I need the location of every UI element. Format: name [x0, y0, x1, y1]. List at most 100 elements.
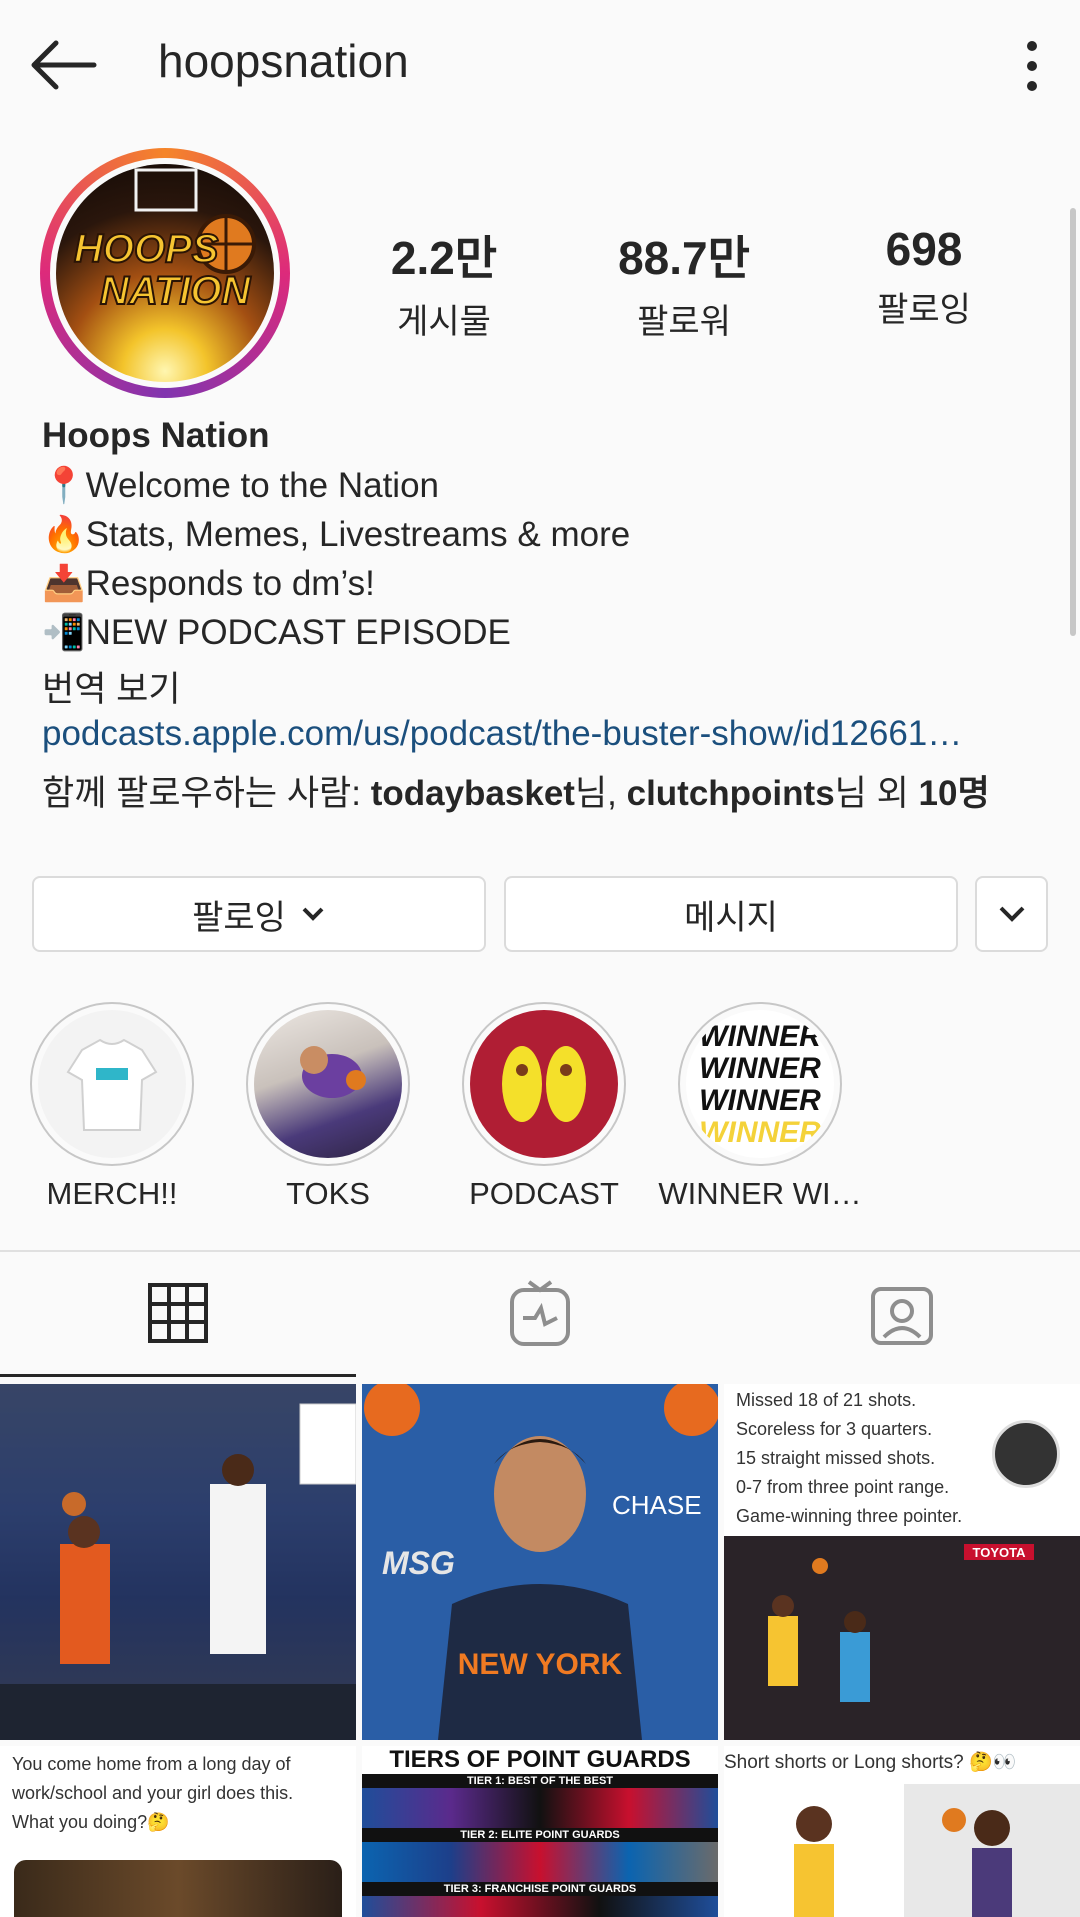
- post-3-line-5: Game-winning three pointer.: [736, 1506, 963, 1526]
- bio-line-4: 📲NEW PODCAST EPISODE: [42, 612, 511, 653]
- avatar[interactable]: HOOPS NATION: [56, 164, 274, 382]
- followed-by-prefix: 함께 팔로우하는 사람:: [42, 774, 371, 813]
- page-title: hoopsnation: [158, 35, 409, 87]
- winner-word-4: WINNER: [699, 1116, 821, 1149]
- stat-followers[interactable]: 88.7만 팔로워: [584, 222, 784, 343]
- post-5-tier-3: TIER 3: FRANCHISE POINT GUARDS: [362, 1882, 718, 1896]
- highlight-label-podcast: PODCAST: [469, 1176, 619, 1211]
- highlight-label-merch: MERCH!!: [46, 1176, 178, 1211]
- chevron-down-icon: [999, 906, 1024, 922]
- post-5-title: TIERS OF POINT GUARDS: [389, 1746, 691, 1773]
- post-5-row-2: [362, 1842, 718, 1882]
- followed-by-user-2: clutchpoints: [626, 774, 835, 813]
- grid-icon: [148, 1283, 208, 1343]
- highlight-toks-image: [254, 1010, 402, 1158]
- post-2-jersey-text: NEW YORK: [458, 1648, 623, 1681]
- tab-igtv[interactable]: [362, 1252, 718, 1374]
- fire-emoji-icon: 🔥: [42, 515, 86, 554]
- post-4-line-3: What you doing?🤔: [12, 1812, 170, 1832]
- post-2-image: CHASE MSG NEW YORK: [364, 1384, 718, 1740]
- never-stops-logo: [992, 1420, 1060, 1488]
- followed-by[interactable]: 함께 팔로우하는 사람: todaybasket님, clutchpoints님…: [42, 765, 990, 816]
- post-3-line-1: Missed 18 of 21 shots.: [736, 1390, 917, 1410]
- post-3-sponsor: TOYOTA: [973, 1545, 1027, 1560]
- stat-following-label: 팔로잉: [877, 291, 971, 329]
- winner-word-3: WINNER: [699, 1084, 821, 1117]
- highlight-podcast-image: [470, 1010, 618, 1158]
- post-tile-3[interactable]: Missed 18 of 21 shots. Scoreless for 3 q…: [724, 1384, 1080, 1740]
- followed-by-suffix-1: 님,: [574, 774, 627, 813]
- top-bar: hoopsnation: [0, 0, 1080, 130]
- arrow-left-icon[interactable]: [28, 38, 98, 92]
- phone-arrow-emoji-icon: 📲: [42, 613, 86, 652]
- avatar-text-1: HOOPS: [74, 227, 219, 271]
- pin-emoji-icon: 📍: [42, 466, 86, 505]
- highlight-merch-image: [38, 1010, 186, 1158]
- highlight-merch[interactable]: [30, 1002, 194, 1166]
- translate-link[interactable]: 번역 보기: [42, 661, 181, 712]
- winner-text-graphic: WINNER WINNER WINNER WINNER: [699, 1020, 821, 1149]
- highlight-toks[interactable]: [246, 1002, 410, 1166]
- bio-line-1: 📍Welcome to the Nation: [42, 465, 439, 506]
- avatar-logo-graphic: HOOPS NATION: [73, 168, 256, 314]
- post-4-image: [14, 1860, 342, 1917]
- tshirt-icon: [66, 1038, 158, 1131]
- post-tile-5[interactable]: TIERS OF POINT GUARDS TIER 1: BEST OF TH…: [362, 1746, 718, 1917]
- bio-text-3: Responds to dm’s!: [85, 564, 375, 603]
- post-4-caption: You come home from a long day of work/sc…: [0, 1750, 305, 1837]
- inbox-emoji-icon: 📥: [42, 564, 86, 603]
- vertical-dots-icon[interactable]: [1012, 38, 1052, 94]
- highlight-podcast[interactable]: [462, 1002, 626, 1166]
- post-6-image: [724, 1784, 1080, 1917]
- post-5-tier-1: TIER 1: BEST OF THE BEST: [362, 1774, 718, 1788]
- stat-posts-value: 2.2만: [390, 232, 498, 284]
- bio-text-4: NEW PODCAST EPISODE: [85, 613, 511, 652]
- post-1-image: [0, 1384, 356, 1740]
- bio-text-1: Welcome to the Nation: [85, 466, 440, 505]
- message-button[interactable]: 메시지: [504, 876, 958, 952]
- post-4-line-1: You come home from a long day of: [12, 1754, 291, 1774]
- bio-text-2: Stats, Memes, Livestreams & more: [85, 515, 631, 554]
- post-tile-1[interactable]: [0, 1384, 356, 1740]
- bio-line-2: 🔥Stats, Memes, Livestreams & more: [42, 514, 630, 555]
- post-tile-6[interactable]: Short shorts or Long shorts? 🤔👀: [724, 1746, 1080, 1917]
- stat-followers-label: 팔로워: [637, 303, 731, 341]
- stat-posts-label: 게시물: [397, 303, 491, 341]
- highlight-winner[interactable]: WINNER WINNER WINNER WINNER: [678, 1002, 842, 1166]
- following-button[interactable]: 팔로잉: [32, 876, 486, 952]
- sneakers-graphic: [502, 1046, 586, 1122]
- post-2-logo: MSG: [382, 1545, 455, 1581]
- tagged-icon: [871, 1287, 933, 1345]
- post-4-line-2: work/school and your girl does this.: [12, 1783, 294, 1803]
- following-button-label: 팔로잉: [192, 898, 286, 937]
- bio-line-3: 📥Responds to dm’s!: [42, 563, 375, 604]
- followed-by-count: 10명: [918, 774, 990, 813]
- chevron-down-icon: [302, 907, 324, 921]
- highlight-winner-image: WINNER WINNER WINNER WINNER: [686, 1010, 834, 1158]
- avatar-text-2: NATION: [100, 269, 251, 313]
- highlight-label-toks: TOKS: [286, 1176, 370, 1211]
- winner-word-1: WINNER: [699, 1020, 821, 1053]
- scrollbar[interactable]: [1070, 208, 1076, 636]
- igtv-icon: [510, 1280, 570, 1346]
- post-6-caption: Short shorts or Long shorts? 🤔👀: [724, 1752, 1017, 1773]
- stat-posts: 2.2만 게시물: [344, 222, 544, 343]
- post-5-row-3: [362, 1896, 718, 1917]
- stat-followers-value: 88.7만: [618, 232, 750, 284]
- website-link[interactable]: podcasts.apple.com/us/podcast/the-buster…: [42, 714, 962, 754]
- highlight-label-winner: WINNER WI…: [658, 1176, 862, 1211]
- tab-tagged[interactable]: [724, 1252, 1080, 1374]
- post-2-banner: CHASE: [612, 1490, 702, 1520]
- suggested-accounts-button[interactable]: [975, 876, 1048, 952]
- profile-name: Hoops Nation: [42, 416, 270, 455]
- tab-grid[interactable]: [0, 1252, 356, 1374]
- stat-following[interactable]: 698 팔로잉: [824, 222, 1024, 331]
- message-button-label: 메시지: [684, 898, 778, 937]
- post-tile-2[interactable]: CHASE MSG NEW YORK: [362, 1384, 718, 1740]
- post-5-tier-2: TIER 2: ELITE POINT GUARDS: [362, 1828, 718, 1842]
- followed-by-suffix-2: 님 외: [834, 774, 919, 813]
- followed-by-user-1: todaybasket: [370, 774, 575, 813]
- post-5-row-1: [362, 1788, 718, 1828]
- basketball-player-graphic: [300, 1046, 366, 1098]
- post-tile-4[interactable]: You come home from a long day of work/sc…: [0, 1746, 356, 1917]
